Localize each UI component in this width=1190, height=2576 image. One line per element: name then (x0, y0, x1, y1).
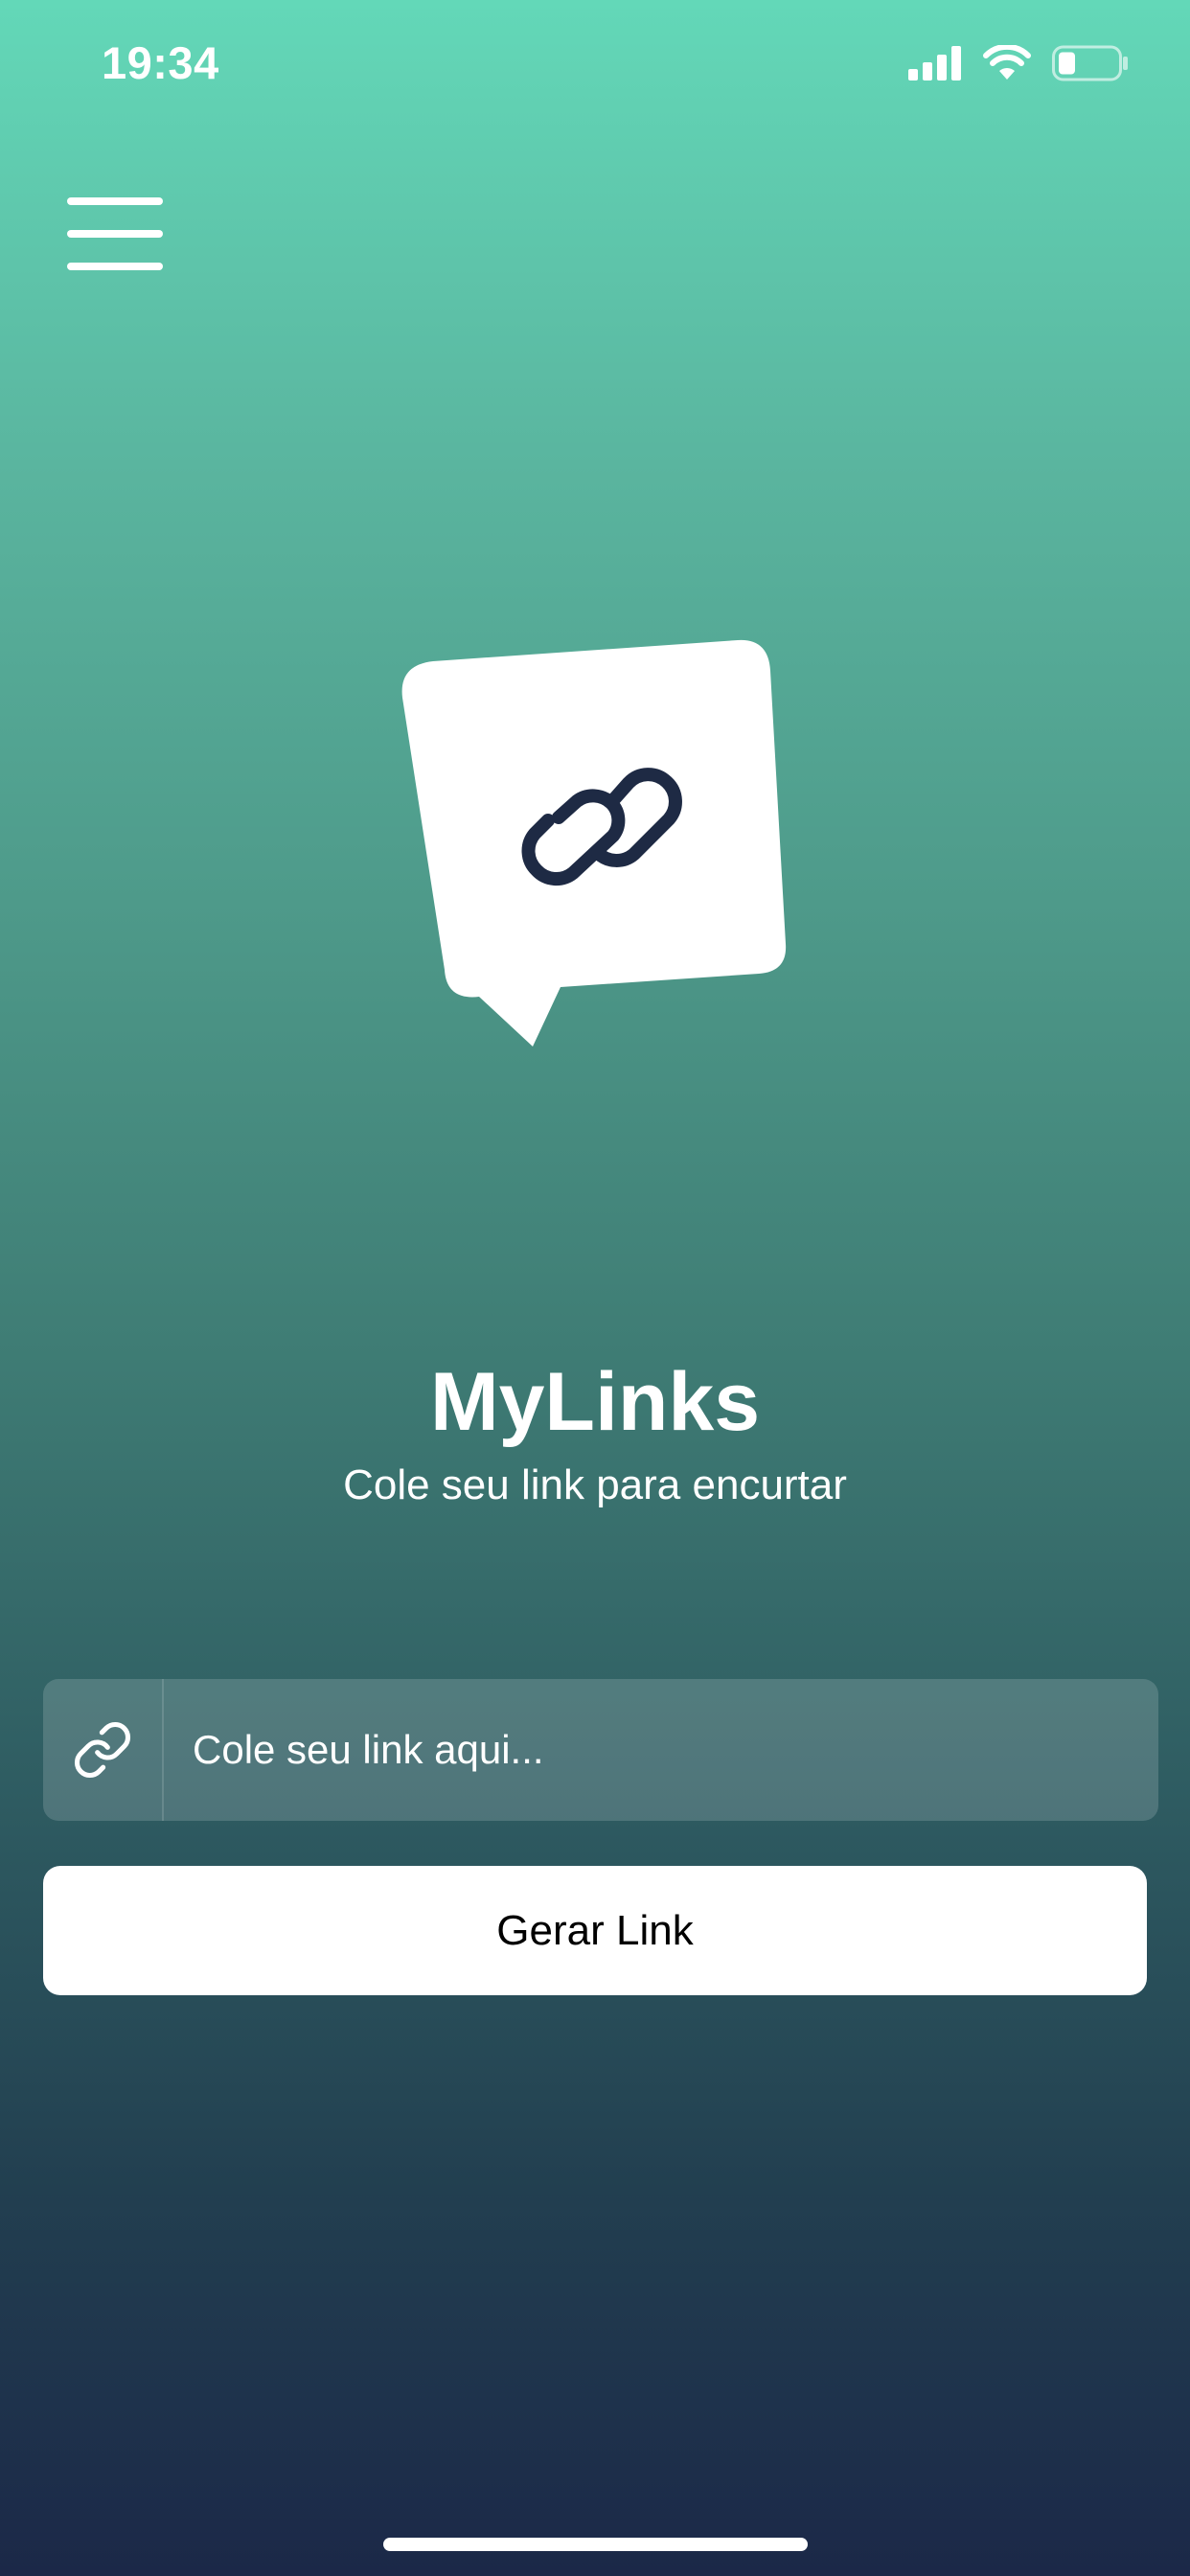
app-screen: 19:34 MyLinks Cole seu link para encurta… (0, 0, 1190, 2576)
status-bar: 19:34 (0, 0, 1190, 126)
status-icons (908, 44, 1129, 82)
cellular-signal-icon (908, 46, 961, 80)
app-logo (393, 632, 795, 1054)
menu-button[interactable] (67, 196, 163, 270)
input-icon-box (43, 1679, 164, 1821)
status-time: 19:34 (102, 37, 219, 88)
generate-link-button[interactable]: Gerar Link (43, 1866, 1147, 1995)
battery-icon (1052, 45, 1128, 81)
hamburger-menu-icon (67, 196, 163, 270)
wifi-icon (983, 45, 1031, 80)
app-subtitle: Cole seu link para encurtar (343, 1461, 847, 1508)
link-input[interactable] (164, 1678, 1158, 1822)
chain-link-speech-bubble-icon (401, 639, 787, 1046)
link-icon (75, 1722, 130, 1778)
link-input-row (43, 1678, 1158, 1822)
home-indicator[interactable] (383, 2538, 808, 2551)
app-title: MyLinks (429, 1356, 761, 1448)
